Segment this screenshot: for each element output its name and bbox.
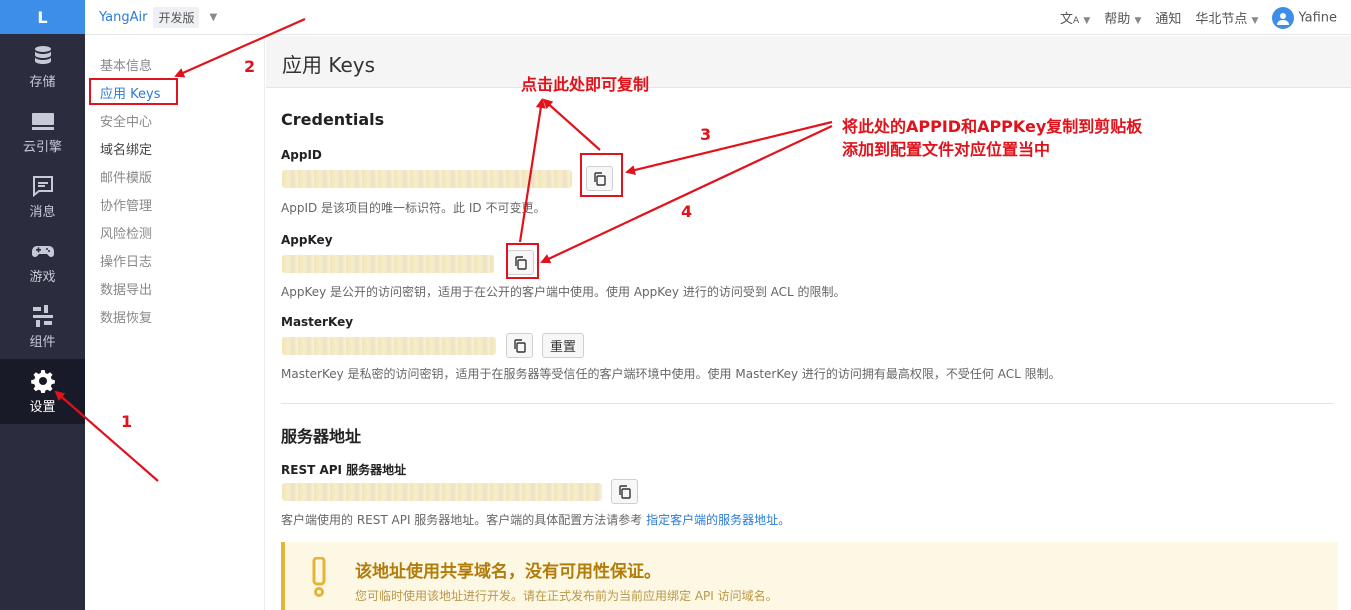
warning-icon xyxy=(312,557,326,597)
annotation-box-appkey-copy xyxy=(506,243,539,279)
copy-masterkey-button[interactable] xyxy=(506,333,533,358)
subnav-collaboration[interactable]: 协作管理 xyxy=(100,195,152,214)
subnav-security[interactable]: 安全中心 xyxy=(100,111,152,130)
user-name: Yafine xyxy=(1298,10,1337,25)
warning-text: 您可临时使用该地址进行开发。请在正式发布前为当前应用绑定 API 访问域名。 xyxy=(355,589,778,603)
subnav-basic-info[interactable]: 基本信息 xyxy=(100,55,152,74)
subnav-restore[interactable]: 数据恢复 xyxy=(100,307,152,326)
nav-item-message[interactable]: 消息 xyxy=(0,164,85,229)
page-title: 应用 Keys xyxy=(282,53,376,77)
masterkey-label: MasterKey xyxy=(281,315,354,329)
annotation-step-1: 1 xyxy=(121,412,133,431)
nav-item-storage[interactable]: 存储 xyxy=(0,34,85,99)
app-name[interactable]: YangAir xyxy=(99,10,147,25)
appid-label: AppID xyxy=(281,148,322,162)
subnav-risk[interactable]: 风险检测 xyxy=(100,223,152,242)
rest-api-value-blurred xyxy=(282,483,602,501)
region-menu[interactable]: 华北节点 ▼ xyxy=(1195,8,1258,27)
rest-api-label: REST API 服务器地址 xyxy=(281,463,407,477)
credentials-heading: Credentials xyxy=(281,110,385,129)
user-menu[interactable]: Yafine xyxy=(1272,6,1337,29)
warning-title: 该地址使用共享域名，没有可用性保证。 xyxy=(355,562,661,582)
server-icon xyxy=(31,112,54,130)
nav-item-settings[interactable]: 设置 xyxy=(0,359,85,424)
section-divider xyxy=(281,403,1334,404)
annotation-step-3: 3 xyxy=(700,125,712,144)
main-nav: L 存储 云引擎 消息 游戏 组件 设置 xyxy=(0,0,85,610)
server-config-link[interactable]: 指定客户端的服务器地址 xyxy=(646,513,778,527)
subnav-domain[interactable]: 域名绑定 xyxy=(100,139,152,158)
top-bar-right: 文A ▼ 帮助 ▼ 通知 华北节点 ▼ Yafine xyxy=(1060,0,1337,35)
annotation-box-appid-copy xyxy=(580,153,623,197)
appkey-label: AppKey xyxy=(281,233,333,247)
annotation-step-4: 4 xyxy=(681,202,693,221)
notify-link[interactable]: 通知 xyxy=(1155,8,1181,27)
gear-icon xyxy=(30,369,55,393)
components-icon xyxy=(32,304,53,327)
app-logo[interactable]: L xyxy=(0,0,85,34)
region-label: 华北节点 xyxy=(1195,12,1248,27)
nav-item-components[interactable]: 组件 xyxy=(0,294,85,359)
nav-label: 组件 xyxy=(29,334,56,350)
gamepad-icon xyxy=(31,245,54,257)
appkey-description: AppKey 是公开的访问密钥，适用于在公开的客户端中使用。使用 AppKey … xyxy=(281,285,846,299)
subnav-logs[interactable]: 操作日志 xyxy=(100,251,152,270)
help-menu[interactable]: 帮助 ▼ xyxy=(1104,8,1141,27)
appkey-value-blurred xyxy=(282,255,494,273)
subnav-email-template[interactable]: 邮件模版 xyxy=(100,167,152,186)
edition-badge: 开发版 xyxy=(153,6,200,28)
annotation-paste-hint-2: 添加到配置文件对应位置当中 xyxy=(842,140,1051,159)
annotation-box-app-keys xyxy=(89,78,178,105)
rest-api-description: 客户端使用的 REST API 服务器地址。客户端的具体配置方法请参考 指定客户… xyxy=(281,511,790,528)
reset-masterkey-button[interactable]: 重置 xyxy=(542,333,585,358)
shared-domain-warning: 该地址使用共享域名，没有可用性保证。 您可临时使用该地址进行开发。请在正式发布前… xyxy=(281,542,1338,610)
annotation-paste-hint-1: 将此处的APPID和APPKey复制到剪贴板 xyxy=(842,117,1143,136)
annotation-step-2: 2 xyxy=(244,57,256,76)
subnav-export[interactable]: 数据导出 xyxy=(100,279,152,298)
avatar xyxy=(1272,6,1295,29)
message-icon xyxy=(32,175,53,197)
settings-subnav: 基本信息 应用 Keys 安全中心 域名绑定 邮件模版 协作管理 风险检测 操作… xyxy=(85,36,265,610)
nav-item-game[interactable]: 游戏 xyxy=(0,229,85,294)
masterkey-description: MasterKey 是私密的访问密钥，适用于在服务器等受信任的客户端环境中使用。… xyxy=(281,367,1061,381)
top-bar: YangAir 开发版 ▼ 文A ▼ 帮助 ▼ 通知 华北节点 ▼ Yafine xyxy=(85,0,1351,35)
nav-item-cloud-engine[interactable]: 云引擎 xyxy=(0,99,85,164)
page-header: 应用 Keys xyxy=(266,36,1351,88)
rest-api-description-end: 。 xyxy=(778,513,791,527)
nav-label: 设置 xyxy=(29,399,56,415)
help-label: 帮助 xyxy=(1104,12,1131,27)
nav-label: 消息 xyxy=(29,204,56,220)
server-heading: 服务器地址 xyxy=(281,427,362,446)
chevron-down-icon[interactable]: ▼ xyxy=(209,12,217,23)
copy-icon xyxy=(513,338,526,353)
nav-label: 存储 xyxy=(29,74,56,90)
masterkey-value-blurred xyxy=(282,337,496,355)
annotation-copy-hint: 点击此处即可复制 xyxy=(521,75,650,94)
nav-label: 云引擎 xyxy=(22,139,62,155)
copy-rest-api-button[interactable] xyxy=(611,479,638,504)
database-icon xyxy=(34,45,51,64)
copy-icon xyxy=(618,484,631,499)
language-icon[interactable]: 文A ▼ xyxy=(1060,8,1090,27)
appid-value-blurred xyxy=(282,170,572,188)
nav-label: 游戏 xyxy=(29,269,56,285)
appid-description: AppID 是该项目的唯一标识符。此 ID 不可变更。 xyxy=(281,201,546,215)
rest-api-description-text: 客户端使用的 REST API 服务器地址。客户端的具体配置方法请参考 xyxy=(281,513,643,527)
